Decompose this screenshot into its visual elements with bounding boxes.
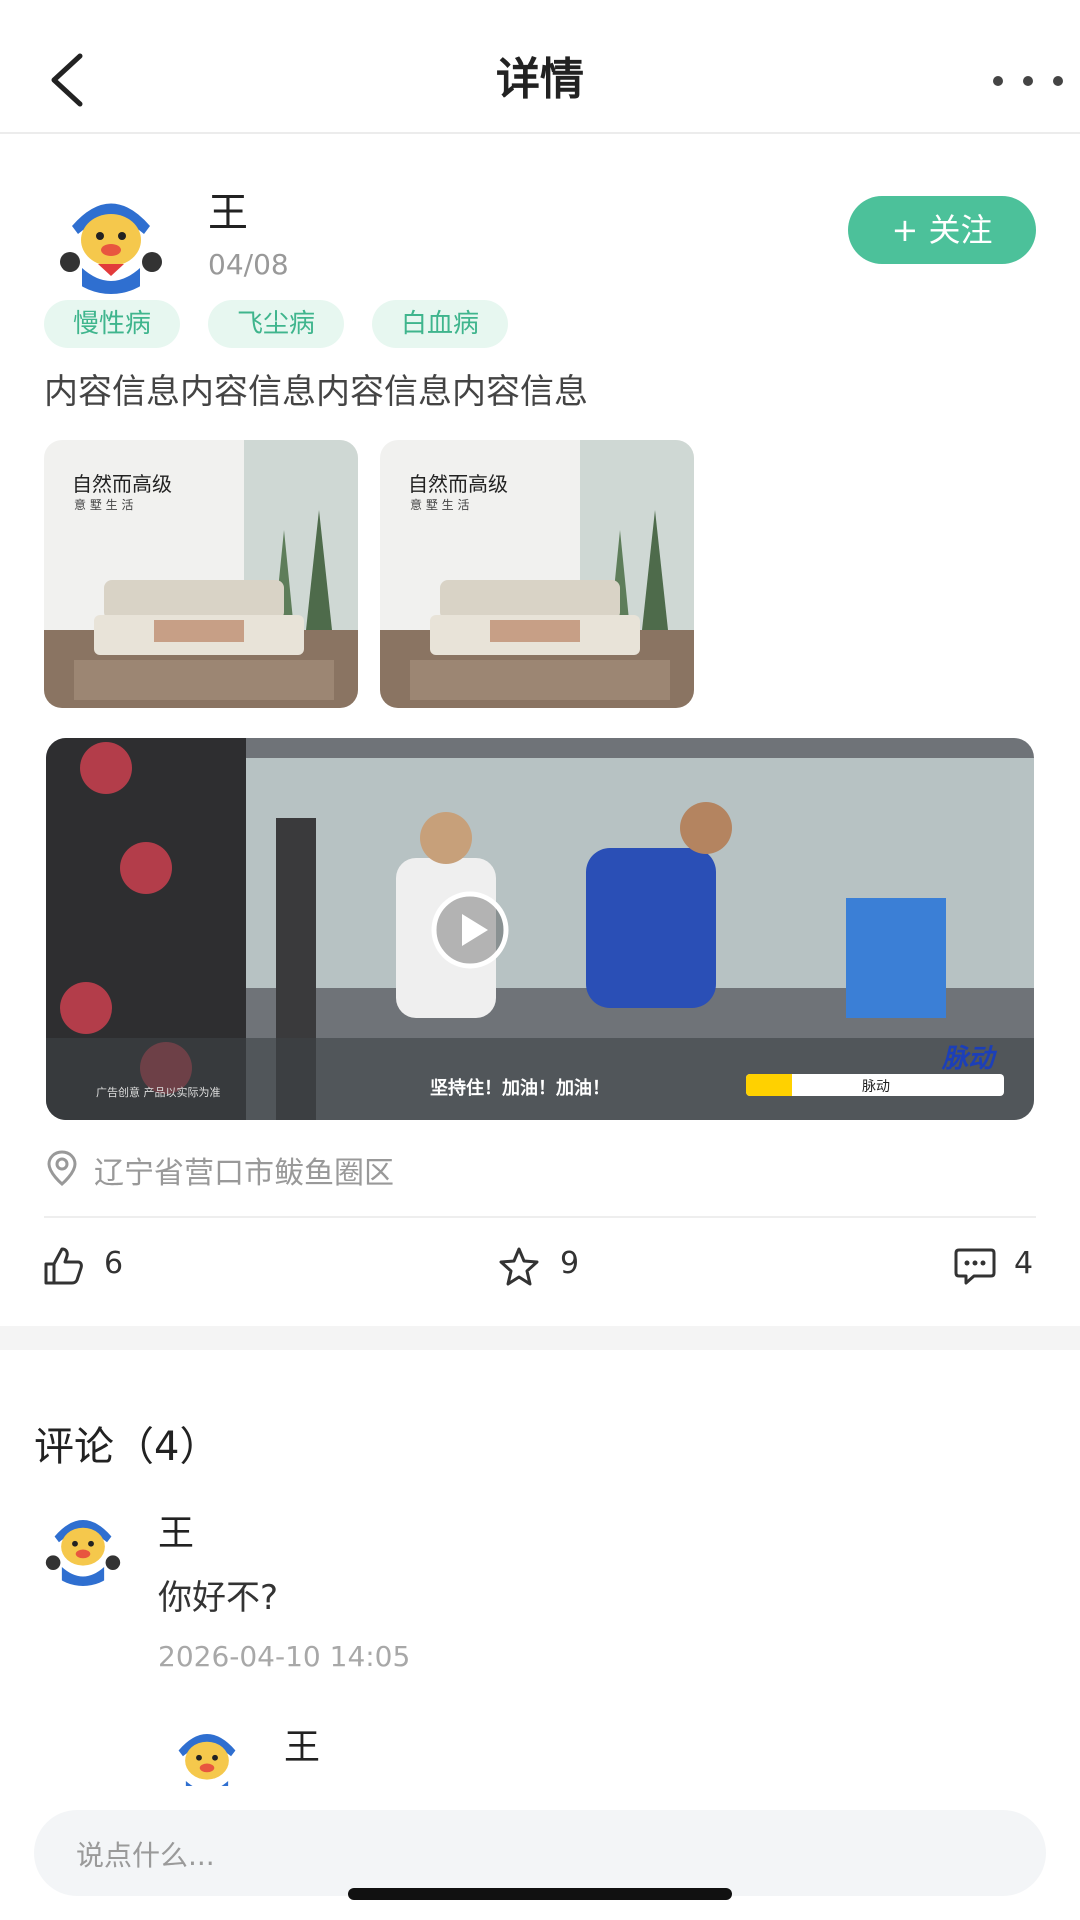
image-subline: 意 墅 生 活 <box>410 498 470 512</box>
location-text: 辽宁省营口市鲅鱼圈区 <box>94 1156 394 1191</box>
section-gap <box>0 1326 1080 1350</box>
commenter-name[interactable]: 王 <box>158 1504 194 1556</box>
comments-title: 评论（4） <box>34 1424 220 1470</box>
like-icon[interactable] <box>42 1246 84 1286</box>
yellow-tag <box>746 1074 792 1096</box>
page-title: 详情 <box>496 54 584 105</box>
location-pin-icon <box>47 1150 77 1186</box>
post-image-2[interactable]: 自然而高级 意 墅 生 活 <box>380 440 694 708</box>
post-video[interactable]: 坚持住！加油！加油！ 广告创意 产品以实际为准 脉动 脉动 <box>46 738 1034 1120</box>
divider <box>44 1216 1036 1218</box>
comment-icon[interactable] <box>954 1246 996 1286</box>
gym-video-frame <box>46 738 1034 1120</box>
author-name[interactable]: 王 <box>208 180 248 238</box>
home-indicator <box>348 1888 732 1900</box>
video-search-bar: 脉动 <box>746 1074 1004 1096</box>
image-subline: 意 墅 生 活 <box>74 498 134 512</box>
tag-leukemia[interactable]: 白血病 <box>372 300 508 348</box>
post-date: 04/08 <box>208 248 289 281</box>
video-disclaimer: 广告创意 产品以实际为准 <box>96 1086 221 1099</box>
play-icon[interactable] <box>430 890 510 970</box>
favorite-count: 9 <box>560 1246 580 1281</box>
comment-time: 2026-04-10 14:05 <box>158 1640 411 1673</box>
tag-chronic-disease[interactable]: 慢性病 <box>44 300 180 348</box>
image-headline: 自然而高级 <box>408 472 508 496</box>
commenter-avatar[interactable] <box>40 1500 126 1586</box>
brand-logo: 脉动 <box>942 1044 995 1074</box>
post-image-1[interactable]: 自然而高级 意 墅 生 活 <box>44 440 358 708</box>
like-count: 6 <box>104 1246 124 1281</box>
post-content: 内容信息内容信息内容信息内容信息 <box>44 372 588 412</box>
comment-count: 4 <box>1014 1246 1034 1281</box>
star-icon[interactable] <box>498 1246 540 1286</box>
reply-name[interactable]: 王 <box>284 1718 320 1770</box>
author-avatar[interactable] <box>52 176 170 294</box>
comment-text: 你好不? <box>158 1578 279 1618</box>
more-options-icon[interactable] <box>988 66 1072 96</box>
follow-button[interactable]: + 关注 <box>848 196 1036 264</box>
video-caption: 坚持住！加油！加油！ <box>430 1078 610 1099</box>
image-headline: 自然而高级 <box>72 472 172 496</box>
comment-input-placeholder[interactable]: 说点什么... <box>76 1834 215 1874</box>
tag-dust-disease[interactable]: 飞尘病 <box>208 300 344 348</box>
video-search-text: 脉动 <box>862 1079 890 1095</box>
